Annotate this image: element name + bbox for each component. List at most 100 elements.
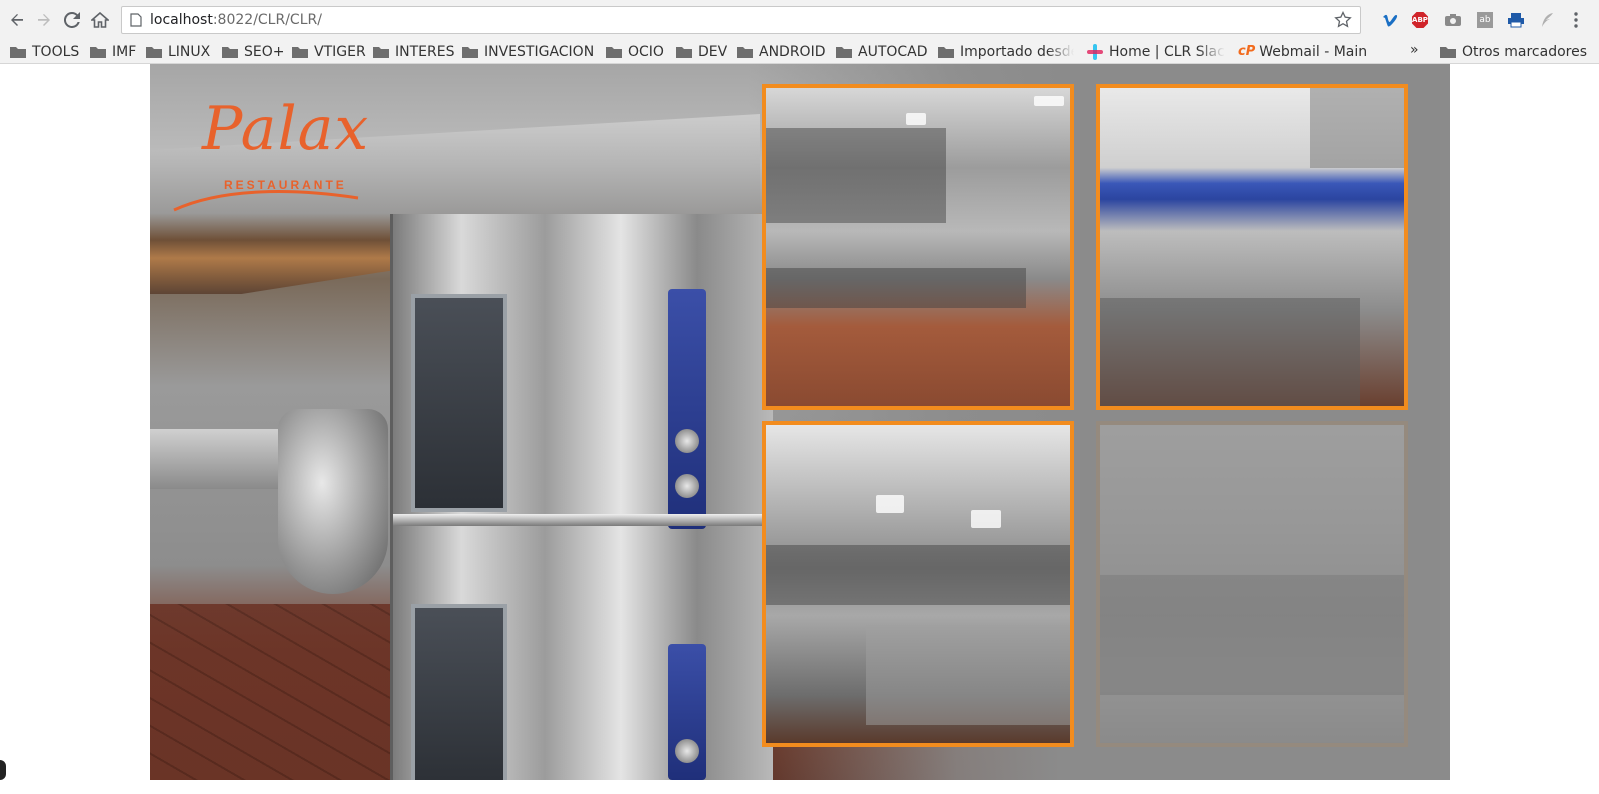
reload-button[interactable] [61, 9, 83, 31]
steel-counter [1100, 575, 1404, 695]
ab-extension[interactable]: ab [1475, 10, 1495, 30]
bookmarks-bar: TOOLS IMF LINUX SEO+ VTIGER INTERES INVE… [0, 40, 1599, 64]
exhaust-duct [1310, 88, 1404, 168]
ab-icon: ab [1477, 12, 1493, 28]
gallery-thumbnail-4[interactable] [1096, 421, 1408, 747]
back-button[interactable] [6, 9, 28, 31]
kitchen-photo-hood-line [766, 88, 1070, 406]
folder-icon [373, 46, 389, 58]
folder-icon [836, 46, 852, 58]
bookmark-label: SEO+ [244, 43, 285, 60]
folder-icon [1440, 46, 1456, 58]
url-host: localhost [150, 12, 213, 28]
bookmark-folder-interes[interactable]: INTERES [373, 40, 454, 63]
browser-toolbar: localhost:8022/CLR/CLR/ ABP ab [0, 0, 1599, 40]
oven-window-bottom [411, 604, 507, 780]
logo-swoosh-icon [173, 190, 359, 212]
menu-icon [1574, 12, 1578, 28]
oven-knob [675, 429, 699, 453]
bookmark-folder-android[interactable]: ANDROID [737, 40, 826, 63]
vimeo-icon [1383, 14, 1398, 27]
logo-wordmark: Palax [202, 94, 370, 164]
cpanel-icon: cP [1238, 44, 1256, 59]
home-button[interactable] [89, 9, 111, 31]
bookmark-folder-investigacion[interactable]: INVESTIGACION [462, 40, 594, 63]
bookmark-star-icon[interactable] [1334, 11, 1352, 29]
kitchen-photo-prep-line [766, 425, 1070, 743]
oven-control-panel-top [668, 289, 706, 529]
bookmark-label: INTERES [395, 43, 455, 60]
chrome-menu-button[interactable] [1566, 10, 1586, 30]
bookmark-label: Webmail - Main [1259, 43, 1368, 60]
url-path: :8022/CLR/CLR/ [212, 12, 322, 28]
slack-icon [1087, 43, 1103, 60]
bookmark-label: ANDROID [759, 43, 826, 60]
bookmark-folder-linux[interactable]: LINUX [146, 40, 210, 63]
bookmark-folder-other[interactable]: Otros marcadores [1440, 40, 1587, 63]
arrow-left-icon [11, 14, 23, 26]
bookmark-label: IMF [112, 43, 137, 60]
ceiling-light [876, 495, 904, 513]
bookmark-folder-seo[interactable]: SEO+ [222, 40, 284, 63]
vimeo-extension[interactable] [1380, 10, 1400, 30]
heat-lamp-shelf [766, 545, 1070, 605]
more-bookmarks-button[interactable]: » [1410, 42, 1419, 58]
bookmark-label: AUTOCAD [858, 43, 928, 60]
steam-kettle [278, 409, 388, 594]
bookmark-label: Otros marcadores [1462, 43, 1588, 60]
forward-button[interactable] [33, 9, 55, 31]
bookmark-label: Home | CLR Slac [1109, 43, 1225, 60]
folder-icon [676, 46, 692, 58]
kitchen-photo-counter [1100, 425, 1404, 743]
ceiling-light [1034, 96, 1064, 106]
fryer-station [150, 429, 290, 489]
ceiling-light [971, 510, 1001, 528]
folder-icon [606, 46, 622, 58]
gallery-thumbnail-2[interactable] [1096, 84, 1408, 410]
adblock-label: ABP [1412, 16, 1428, 24]
bookmark-folder-autocad[interactable]: AUTOCAD [836, 40, 928, 63]
bookmark-folder-tools[interactable]: TOOLS [10, 40, 79, 63]
griddle-line [766, 268, 1026, 308]
convection-oven-image [390, 214, 773, 780]
palax-logo[interactable]: Palax RESTAURANTE [172, 88, 368, 212]
feather-extension[interactable] [1537, 10, 1557, 30]
arrow-right-icon [38, 14, 50, 26]
print-extension[interactable] [1506, 10, 1526, 30]
folder-icon [222, 46, 238, 58]
bookmark-link-clr-slack[interactable]: Home | CLR Slac [1087, 40, 1225, 63]
prep-counter [866, 625, 1070, 725]
bookmark-folder-vtiger[interactable]: VTIGER [292, 40, 366, 63]
bookmark-label: DEV [698, 43, 728, 60]
oven-knob [675, 474, 699, 498]
bookmark-label: OCIO [628, 43, 664, 60]
camera-icon [1445, 14, 1461, 26]
bookmark-folder-ocio[interactable]: OCIO [606, 40, 664, 63]
sink-basin [1100, 298, 1360, 406]
kitchen-photo-sink [1100, 88, 1404, 406]
folder-icon [10, 46, 26, 58]
folder-icon [90, 46, 106, 58]
screenshot-extension[interactable] [1443, 10, 1463, 30]
adblock-plus-extension[interactable]: ABP [1410, 10, 1430, 30]
bookmark-label: INVESTIGACION [484, 43, 595, 60]
bookmark-label: Importado desde [960, 43, 1074, 60]
bookmark-folder-dev[interactable]: DEV [676, 40, 727, 63]
folder-icon [292, 46, 308, 58]
gallery-thumbnail-1[interactable] [762, 84, 1074, 410]
oven-control-panel-bottom [668, 644, 706, 780]
page-icon [130, 13, 142, 27]
gallery-thumbnail-3[interactable] [762, 421, 1074, 747]
bookmark-folder-imf[interactable]: IMF [90, 40, 136, 63]
salamander-broiler [766, 128, 946, 223]
reload-icon [64, 12, 80, 28]
url-text[interactable]: localhost:8022/CLR/CLR/ [150, 12, 322, 28]
oven-knob [675, 739, 699, 763]
bookmark-link-webmail[interactable]: cP Webmail - Main [1238, 40, 1367, 63]
bookmark-label: VTIGER [314, 43, 366, 60]
bookmark-label: TOOLS [32, 43, 80, 60]
folder-icon [938, 46, 954, 58]
bookmark-folder-importado[interactable]: Importado desde [938, 40, 1074, 63]
address-bar[interactable]: localhost:8022/CLR/CLR/ [121, 6, 1361, 34]
oven-window-top [411, 294, 507, 512]
